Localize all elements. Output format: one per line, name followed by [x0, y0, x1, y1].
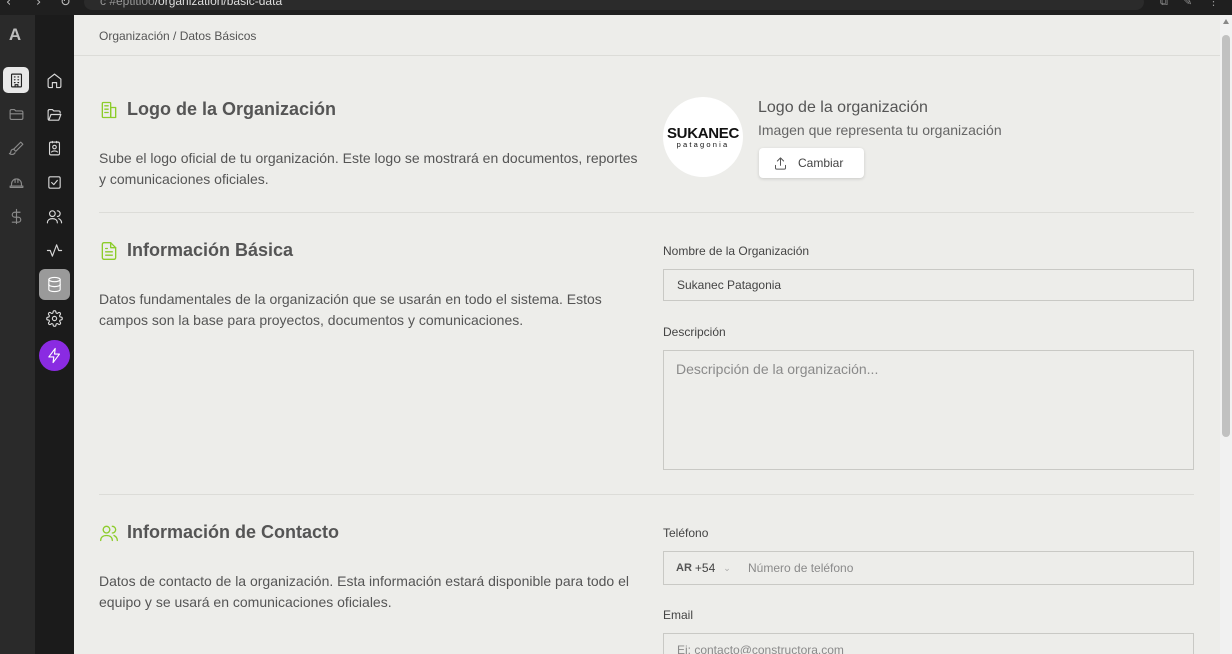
users-icon: [100, 525, 119, 541]
dial-code: +54: [694, 561, 716, 575]
gear-icon[interactable]: [39, 303, 70, 334]
breadcrumb-divider: [74, 55, 1220, 56]
logo-sublabel: Imagen que representa tu organización: [758, 122, 1002, 138]
main-content: Organización / Datos Básicos Logo de la …: [74, 15, 1220, 654]
logo-section-title: Logo de la Organización: [99, 99, 336, 120]
users-icon[interactable]: [39, 201, 70, 232]
brush-icon[interactable]: [3, 135, 29, 161]
browser-toolbar: ‹ › ↻ c #eptitloo/organization/basic-dat…: [0, 0, 1232, 15]
phone-field: AR +54 ⌄ Número de teléfono: [663, 551, 1194, 585]
country-code-select[interactable]: AR +54 ⌄: [664, 561, 748, 575]
breadcrumb: Organización / Datos Básicos: [99, 29, 257, 43]
checkbox-icon[interactable]: [39, 167, 70, 198]
section-divider: [99, 494, 1194, 495]
contact-card-icon[interactable]: [39, 133, 70, 164]
hardhat-icon[interactable]: [3, 169, 29, 195]
organization-name-input[interactable]: Sukanec Patagonia: [663, 269, 1194, 301]
home-icon[interactable]: [39, 65, 70, 96]
description-placeholder: Descripción de la organización...: [676, 361, 879, 377]
basic-section-title: Información Básica: [99, 240, 293, 261]
logo-brand-text: SUKANEC: [666, 124, 740, 142]
logo-section-description: Sube el logo oficial de tu organización.…: [99, 150, 638, 187]
menu-icon[interactable]: ⋮: [1208, 0, 1219, 8]
country-code: AR: [676, 562, 692, 574]
organization-logo[interactable]: SUKANEC patagonia: [663, 97, 743, 177]
description-label: Descripción: [663, 325, 726, 339]
logo-label: Logo de la organización: [758, 99, 928, 116]
basic-section-title-text: Información Básica: [127, 240, 294, 260]
url-prefix: c #eptitloo: [100, 0, 155, 8]
app-logo: A: [8, 25, 22, 44]
forward-icon[interactable]: ›: [36, 0, 41, 10]
change-logo-label: Cambiar: [798, 156, 844, 170]
primary-sidebar: A: [0, 15, 35, 654]
upload-icon: [775, 156, 786, 170]
contact-section-title-text: Información de Contacto: [127, 522, 340, 542]
scrollbar-thumb[interactable]: [1222, 35, 1230, 437]
scroll-up-icon[interactable]: [1223, 19, 1229, 24]
back-icon[interactable]: ‹: [6, 0, 11, 10]
basic-section-description: Datos fundamentales de la organización q…: [99, 291, 602, 328]
reload-icon[interactable]: ↻: [60, 0, 71, 10]
address-bar[interactable]: c #eptitloo/organization/basic-data: [84, 0, 1144, 10]
organization-name-label: Nombre de la Organización: [663, 244, 810, 258]
chevron-down-icon: ⌄: [723, 562, 731, 573]
edit-icon[interactable]: ✎: [1183, 0, 1192, 8]
contact-section-title: Información de Contacto: [99, 522, 339, 543]
extension-icon[interactable]: ⧉: [1160, 0, 1168, 9]
organization-name-value: Sukanec Patagonia: [677, 278, 782, 292]
document-icon: [101, 241, 117, 260]
email-placeholder: Ej: contacto@constructora.com: [677, 643, 844, 654]
phone-label: Teléfono: [663, 526, 709, 540]
database-icon[interactable]: [39, 269, 70, 300]
building-icon[interactable]: [3, 67, 29, 93]
logo-section-title-text: Logo de la Organización: [127, 99, 337, 119]
building-icon: [101, 101, 117, 118]
secondary-sidebar: [35, 15, 74, 654]
lightning-icon[interactable]: [39, 340, 70, 371]
contact-section-description: Datos de contacto de la organización. Es…: [99, 573, 629, 610]
change-logo-button[interactable]: Cambiar: [759, 148, 864, 178]
folder-icon[interactable]: [3, 101, 29, 127]
folder-open-icon[interactable]: [39, 99, 70, 130]
activity-icon[interactable]: [39, 235, 70, 266]
dollar-icon[interactable]: [3, 203, 29, 229]
phone-number-input[interactable]: Número de teléfono: [748, 561, 853, 575]
description-textarea[interactable]: Descripción de la organización...: [663, 350, 1194, 470]
email-input[interactable]: Ej: contacto@constructora.com: [663, 633, 1194, 654]
section-divider: [99, 212, 1194, 213]
logo-sub-text: patagonia: [676, 139, 730, 149]
email-label: Email: [663, 608, 694, 622]
url-path: /organization/basic-data: [154, 0, 283, 8]
page-scrollbar[interactable]: [1220, 15, 1232, 654]
